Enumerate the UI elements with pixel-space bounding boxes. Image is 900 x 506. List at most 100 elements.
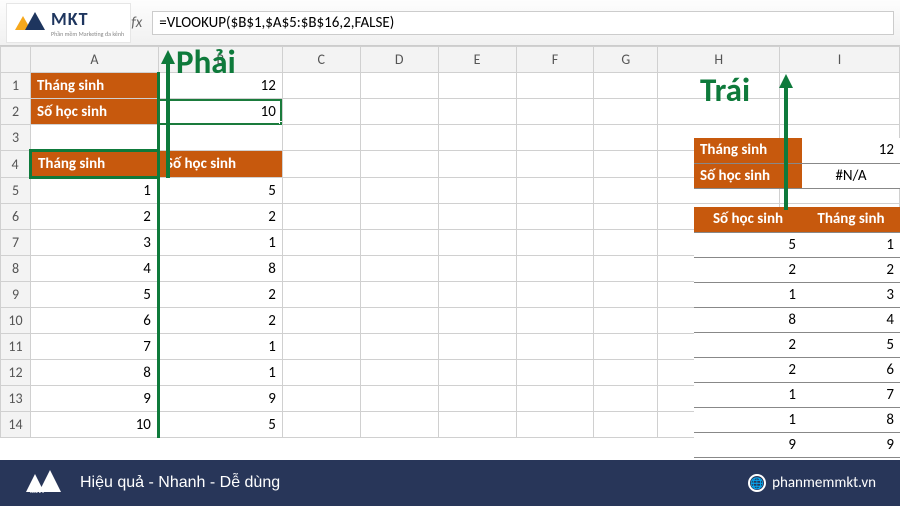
cell[interactable]: [594, 282, 658, 308]
fill-handle[interactable]: [279, 121, 283, 125]
row-header[interactable]: 9: [1, 282, 31, 308]
cell[interactable]: 4: [30, 256, 158, 282]
row-header[interactable]: 4: [1, 151, 31, 178]
cell[interactable]: [658, 99, 780, 125]
cell[interactable]: 2: [158, 204, 282, 230]
col-header[interactable]: B: [158, 47, 282, 73]
row-header[interactable]: 8: [1, 256, 31, 282]
cell[interactable]: 12: [802, 138, 900, 163]
footer-site-link[interactable]: 🌐 phanmemmkt.vn: [748, 474, 876, 492]
cell[interactable]: [282, 282, 360, 308]
cell[interactable]: [360, 230, 438, 256]
spreadsheet-grid[interactable]: Phải Trái A B C D E F G: [0, 46, 900, 466]
cell[interactable]: [516, 73, 594, 99]
cell[interactable]: [282, 99, 360, 125]
cell[interactable]: [516, 99, 594, 125]
formula-input[interactable]: [152, 11, 894, 35]
cell[interactable]: [438, 334, 516, 360]
cell[interactable]: [516, 256, 594, 282]
cell[interactable]: 1: [30, 178, 158, 204]
cell[interactable]: [282, 308, 360, 334]
cell[interactable]: [282, 412, 360, 438]
cell[interactable]: [594, 308, 658, 334]
cell[interactable]: 8: [694, 307, 802, 332]
cell[interactable]: [282, 334, 360, 360]
cell[interactable]: 1: [694, 382, 802, 407]
cell[interactable]: [360, 73, 438, 99]
cell[interactable]: [516, 308, 594, 334]
row-header[interactable]: 13: [1, 386, 31, 412]
cell[interactable]: [594, 178, 658, 204]
row-header[interactable]: 6: [1, 204, 31, 230]
cell[interactable]: [360, 178, 438, 204]
cell[interactable]: [594, 256, 658, 282]
cell[interactable]: [594, 73, 658, 99]
cell[interactable]: 5: [30, 282, 158, 308]
cell[interactable]: 6: [802, 357, 900, 382]
cell[interactable]: [282, 230, 360, 256]
cell[interactable]: [360, 412, 438, 438]
cell[interactable]: 1: [158, 334, 282, 360]
row-header[interactable]: 12: [1, 360, 31, 386]
cell[interactable]: [438, 99, 516, 125]
cell[interactable]: [516, 151, 594, 178]
cell[interactable]: Số học sinh: [30, 99, 158, 125]
row-header[interactable]: 7: [1, 230, 31, 256]
cell[interactable]: 7: [802, 382, 900, 407]
cell[interactable]: 5: [158, 412, 282, 438]
fx-label[interactable]: fx: [131, 14, 142, 32]
cell[interactable]: 5: [694, 232, 802, 257]
cell[interactable]: [438, 412, 516, 438]
cell[interactable]: [516, 204, 594, 230]
cell[interactable]: 3: [30, 230, 158, 256]
cell[interactable]: 2: [694, 257, 802, 282]
cell[interactable]: Tháng sinh: [30, 151, 158, 178]
cell[interactable]: [438, 230, 516, 256]
col-header[interactable]: E: [438, 47, 516, 73]
cell[interactable]: [780, 73, 900, 99]
cell[interactable]: [282, 386, 360, 412]
row-header[interactable]: 5: [1, 178, 31, 204]
cell[interactable]: 2: [158, 282, 282, 308]
cell[interactable]: [282, 204, 360, 230]
cell[interactable]: 2: [30, 204, 158, 230]
cell[interactable]: [438, 178, 516, 204]
cell[interactable]: [516, 386, 594, 412]
cell[interactable]: 5: [802, 332, 900, 357]
cell[interactable]: [594, 151, 658, 178]
col-header[interactable]: D: [360, 47, 438, 73]
cell[interactable]: [594, 230, 658, 256]
cell[interactable]: [594, 334, 658, 360]
cell[interactable]: [360, 99, 438, 125]
row-header[interactable]: 2: [1, 99, 31, 125]
cell[interactable]: [594, 412, 658, 438]
cell[interactable]: [516, 360, 594, 386]
cell[interactable]: 1: [158, 360, 282, 386]
cell[interactable]: Tháng sinh: [694, 138, 802, 163]
cell[interactable]: [282, 360, 360, 386]
cell[interactable]: [360, 360, 438, 386]
cell[interactable]: [516, 230, 594, 256]
cell[interactable]: [516, 178, 594, 204]
cell[interactable]: 1: [694, 282, 802, 307]
cell[interactable]: 6: [30, 308, 158, 334]
cell[interactable]: [438, 282, 516, 308]
cell[interactable]: [516, 412, 594, 438]
cell[interactable]: [360, 334, 438, 360]
cell[interactable]: 8: [802, 407, 900, 432]
cell[interactable]: Số học sinh: [158, 151, 282, 178]
cell[interactable]: [360, 308, 438, 334]
active-cell[interactable]: 10: [158, 99, 282, 125]
cell[interactable]: 10: [30, 412, 158, 438]
cell[interactable]: [516, 282, 594, 308]
cell[interactable]: 5: [158, 178, 282, 204]
cell[interactable]: [360, 125, 438, 151]
col-header[interactable]: A: [30, 47, 158, 73]
row-header[interactable]: 3: [1, 125, 31, 151]
cell[interactable]: [438, 360, 516, 386]
cell[interactable]: [360, 386, 438, 412]
cell[interactable]: [360, 282, 438, 308]
cell[interactable]: [594, 204, 658, 230]
cell[interactable]: 2: [694, 357, 802, 382]
cell[interactable]: [594, 386, 658, 412]
